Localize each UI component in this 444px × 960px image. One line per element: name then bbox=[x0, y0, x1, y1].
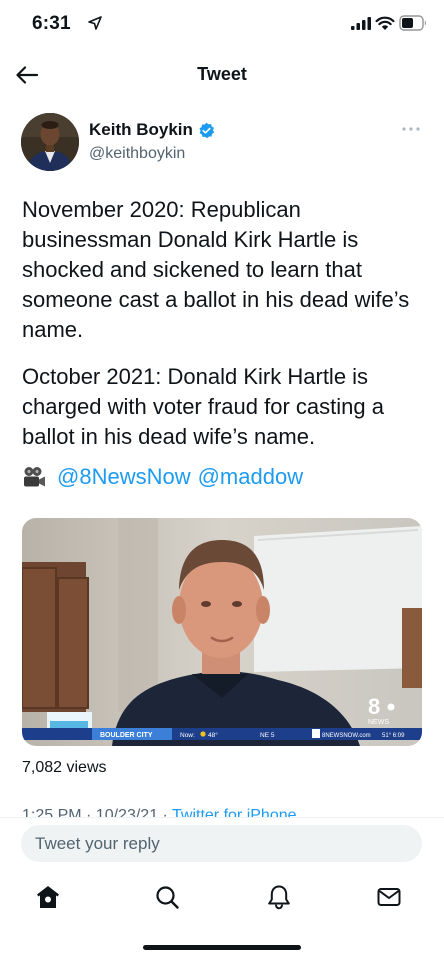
channel-logo-text: NEWS bbox=[368, 719, 389, 726]
divider bbox=[0, 817, 444, 818]
location-arrow-icon bbox=[88, 16, 102, 30]
ticker-time: 51° 6:09 bbox=[382, 733, 405, 739]
video-player[interactable]: BOULDER CITY Now: 48° NE 5 8NEWSNOW.com … bbox=[22, 518, 422, 746]
tweet-source-link[interactable]: Twitter for iPhone bbox=[172, 807, 297, 817]
tweet-timestamp: 1:25 PM · 10/23/21 · bbox=[22, 807, 173, 817]
tweet-meta: 1:25 PM · 10/23/21 · Twitter for iPhone bbox=[22, 805, 297, 817]
cellular-signal-icon bbox=[351, 17, 371, 30]
movie-camera-icon bbox=[24, 466, 45, 486]
ticker-wind: NE 5 bbox=[260, 732, 275, 739]
channel-logo-number: 8 bbox=[368, 694, 380, 719]
home-indicator bbox=[143, 945, 301, 950]
reply-input[interactable]: Tweet your reply bbox=[21, 825, 422, 862]
ticker-site: 8NEWSNOW.com bbox=[322, 733, 371, 739]
author-name[interactable]: Keith Boykin bbox=[89, 120, 215, 140]
status-bar: 6:31 bbox=[0, 0, 444, 50]
view-count: 7,082 views bbox=[22, 759, 107, 776]
author-handle[interactable]: @keithboykin bbox=[89, 145, 185, 163]
status-time: 6:31 bbox=[32, 13, 71, 34]
tweet-paragraph-1: November 2020: Republican businessman Do… bbox=[22, 197, 410, 342]
ticker-now: Now: bbox=[180, 732, 195, 739]
search-icon[interactable] bbox=[153, 883, 181, 911]
video-frame: BOULDER CITY Now: 48° NE 5 8NEWSNOW.com … bbox=[22, 518, 422, 746]
more-options-icon[interactable] bbox=[400, 121, 422, 137]
messages-icon[interactable] bbox=[375, 883, 403, 911]
verified-badge-icon bbox=[199, 122, 215, 138]
mention-line: @8NewsNow @maddow bbox=[22, 462, 310, 492]
battery-icon bbox=[399, 15, 426, 31]
avatar[interactable] bbox=[21, 113, 79, 171]
ticker-location: BOULDER CITY bbox=[100, 732, 153, 739]
page-title: Tweet bbox=[197, 64, 247, 84]
notifications-icon[interactable] bbox=[265, 883, 293, 911]
mention-maddow[interactable]: @maddow bbox=[198, 462, 304, 492]
ticker-temp: 48° bbox=[208, 731, 218, 739]
author-name-text: Keith Boykin bbox=[89, 120, 193, 139]
home-icon[interactable] bbox=[34, 883, 62, 911]
tweet-paragraph-2: October 2021: Donald Kirk Hartle is char… bbox=[22, 364, 384, 449]
wifi-icon bbox=[375, 16, 395, 30]
mention-8newsnow[interactable]: @8NewsNow bbox=[57, 462, 191, 492]
top-nav-bar: Tweet bbox=[0, 52, 444, 98]
avatar-photo bbox=[21, 113, 79, 171]
